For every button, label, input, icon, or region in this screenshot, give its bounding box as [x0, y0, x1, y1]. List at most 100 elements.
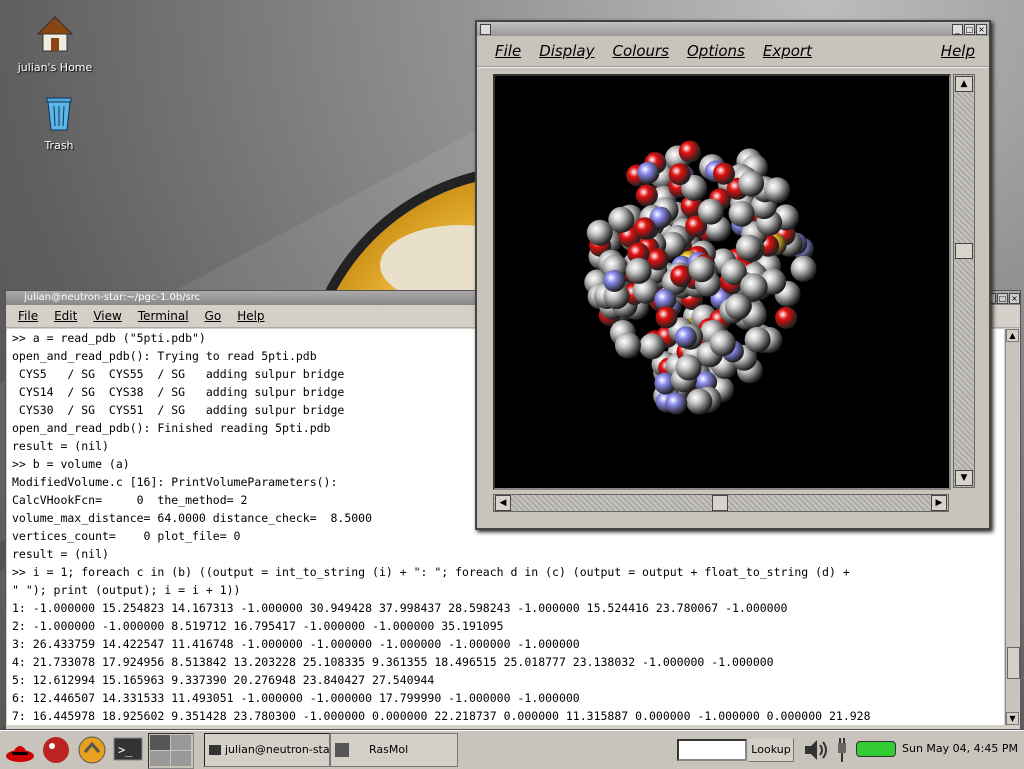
- atom-C: [738, 170, 765, 197]
- workspace-switcher[interactable]: [148, 733, 194, 769]
- workspace-2[interactable]: [171, 735, 191, 750]
- scroll-right-arrow-icon[interactable]: ▶: [931, 495, 947, 511]
- atom-C: [790, 255, 817, 282]
- maximize-button[interactable]: □: [997, 293, 1008, 304]
- task-label: RasMol: [369, 743, 409, 756]
- terminal-scrollbar[interactable]: ▲ ▼: [1005, 329, 1020, 725]
- atom-N: [637, 161, 660, 184]
- atom-N: [674, 326, 697, 349]
- workspace-4[interactable]: [171, 751, 191, 766]
- rasmol-menubar: File Display Colours Options Export Help: [477, 36, 989, 68]
- atom-C: [586, 219, 613, 246]
- browser-icon[interactable]: [40, 734, 72, 766]
- task-terminal[interactable]: julian@neutron-star: [204, 733, 330, 767]
- rasmol-icon: [335, 743, 349, 757]
- close-button[interactable]: ×: [976, 24, 987, 35]
- desktop-icon-label: julian's Home: [17, 61, 93, 74]
- window-title: julian@neutron-star:~/pgc-1.0b/src: [24, 292, 201, 303]
- atom-O: [633, 217, 656, 240]
- menu-go[interactable]: Go: [205, 309, 222, 323]
- menu-help[interactable]: Help: [237, 309, 264, 323]
- atom-C: [625, 257, 652, 284]
- menu-edit[interactable]: Edit: [54, 309, 77, 323]
- scroll-thumb[interactable]: [712, 495, 728, 511]
- mail-icon[interactable]: [76, 734, 108, 766]
- terminal-launcher-icon[interactable]: >_: [112, 734, 144, 766]
- task-label: julian@neutron-star: [225, 743, 330, 756]
- atom-C: [764, 177, 791, 204]
- terminal-line: 3: 26.433759 14.422547 11.416748 -1.0000…: [12, 637, 580, 651]
- workspace-1[interactable]: [150, 735, 170, 750]
- atom-C: [741, 274, 768, 301]
- terminal-line: result = (nil): [12, 547, 109, 561]
- terminal-line: 2: -1.000000 -1.000000 8.519712 16.79541…: [12, 619, 504, 633]
- home-icon: [36, 16, 74, 52]
- atom-O: [678, 140, 701, 163]
- atom-C: [697, 198, 724, 225]
- desktop-icon-home[interactable]: julian's Home: [10, 14, 100, 74]
- atom-N: [665, 392, 688, 415]
- clock[interactable]: Sun May 04, 4:45 PM: [902, 742, 1018, 755]
- window-menu-button[interactable]: [480, 24, 491, 35]
- svg-text:>_: >_: [118, 743, 133, 757]
- desktop-icon-label: Trash: [44, 139, 74, 152]
- scroll-up-arrow-icon[interactable]: ▲: [955, 76, 973, 92]
- scroll-thumb[interactable]: [955, 243, 973, 259]
- atom-O: [713, 162, 735, 185]
- atom-C: [615, 332, 641, 359]
- menu-colours[interactable]: Colours: [613, 42, 669, 60]
- dictionary-lookup-input[interactable]: [677, 739, 747, 761]
- atom-C: [688, 256, 715, 283]
- main-menu-icon[interactable]: [4, 734, 36, 766]
- power-plug-icon[interactable]: [834, 737, 850, 763]
- terminal-line: 6: 12.446507 14.331533 11.493051 -1.0000…: [12, 691, 580, 705]
- horizontal-scrollbar[interactable]: ◀ ▶: [493, 494, 949, 512]
- lookup-button[interactable]: Lookup: [748, 738, 794, 762]
- taskbar: >_ julian@neutron-star RasMol Lookup Sun…: [0, 730, 1024, 769]
- scroll-down-arrow-icon[interactable]: ▼: [955, 470, 973, 486]
- desktop-icon-trash[interactable]: Trash: [14, 92, 104, 152]
- terminal-icon: [209, 745, 221, 755]
- molecule-canvas[interactable]: [493, 74, 951, 490]
- scroll-left-arrow-icon[interactable]: ◀: [495, 495, 511, 511]
- rasmol-window: _ □ × File Display Colours Options Expor…: [475, 20, 991, 530]
- atom-C: [675, 354, 702, 381]
- scroll-down-arrow-icon[interactable]: ▼: [1006, 712, 1019, 725]
- rasmol-titlebar[interactable]: _ □ ×: [477, 22, 989, 36]
- menu-file[interactable]: File: [18, 309, 38, 323]
- atom-C: [639, 333, 666, 360]
- menu-display[interactable]: Display: [539, 42, 594, 60]
- battery-meter[interactable]: [856, 741, 896, 757]
- atom-O: [775, 306, 798, 329]
- terminal-line: 1: -1.000000 15.254823 14.167313 -1.0000…: [12, 601, 788, 615]
- trash-icon: [46, 97, 72, 131]
- task-rasmol[interactable]: RasMol: [330, 733, 458, 767]
- atom-C: [735, 234, 762, 261]
- menu-view[interactable]: View: [93, 309, 121, 323]
- menu-export[interactable]: Export: [763, 42, 812, 60]
- workspace-3[interactable]: [150, 751, 170, 766]
- atom-O: [655, 306, 678, 329]
- menu-terminal[interactable]: Terminal: [138, 309, 189, 323]
- terminal-line: >> i = 1; foreach c in (b) ((output = in…: [12, 565, 850, 579]
- menu-options[interactable]: Options: [687, 42, 745, 60]
- menu-help[interactable]: Help: [941, 42, 975, 60]
- vertical-scrollbar[interactable]: ▲ ▼: [953, 74, 975, 488]
- atom-C: [709, 330, 736, 357]
- atom-O: [668, 163, 691, 186]
- maximize-button[interactable]: □: [964, 24, 975, 35]
- atom-C: [744, 326, 771, 353]
- scroll-thumb[interactable]: [1007, 647, 1020, 679]
- terminal-line: " "); print (output); i = i + 1)): [12, 583, 241, 597]
- menu-file[interactable]: File: [495, 42, 521, 60]
- atom-O: [635, 184, 658, 207]
- scroll-up-arrow-icon[interactable]: ▲: [1006, 329, 1019, 342]
- atom-N: [603, 270, 626, 292]
- molecule-render: [584, 140, 817, 415]
- terminal-line: 4: 21.733078 17.924956 8.513842 13.20322…: [12, 655, 774, 669]
- atom-C: [728, 200, 755, 227]
- volume-icon[interactable]: [802, 736, 830, 764]
- atom-C: [686, 388, 713, 415]
- minimize-button[interactable]: _: [952, 24, 963, 35]
- close-button[interactable]: ×: [1009, 293, 1020, 304]
